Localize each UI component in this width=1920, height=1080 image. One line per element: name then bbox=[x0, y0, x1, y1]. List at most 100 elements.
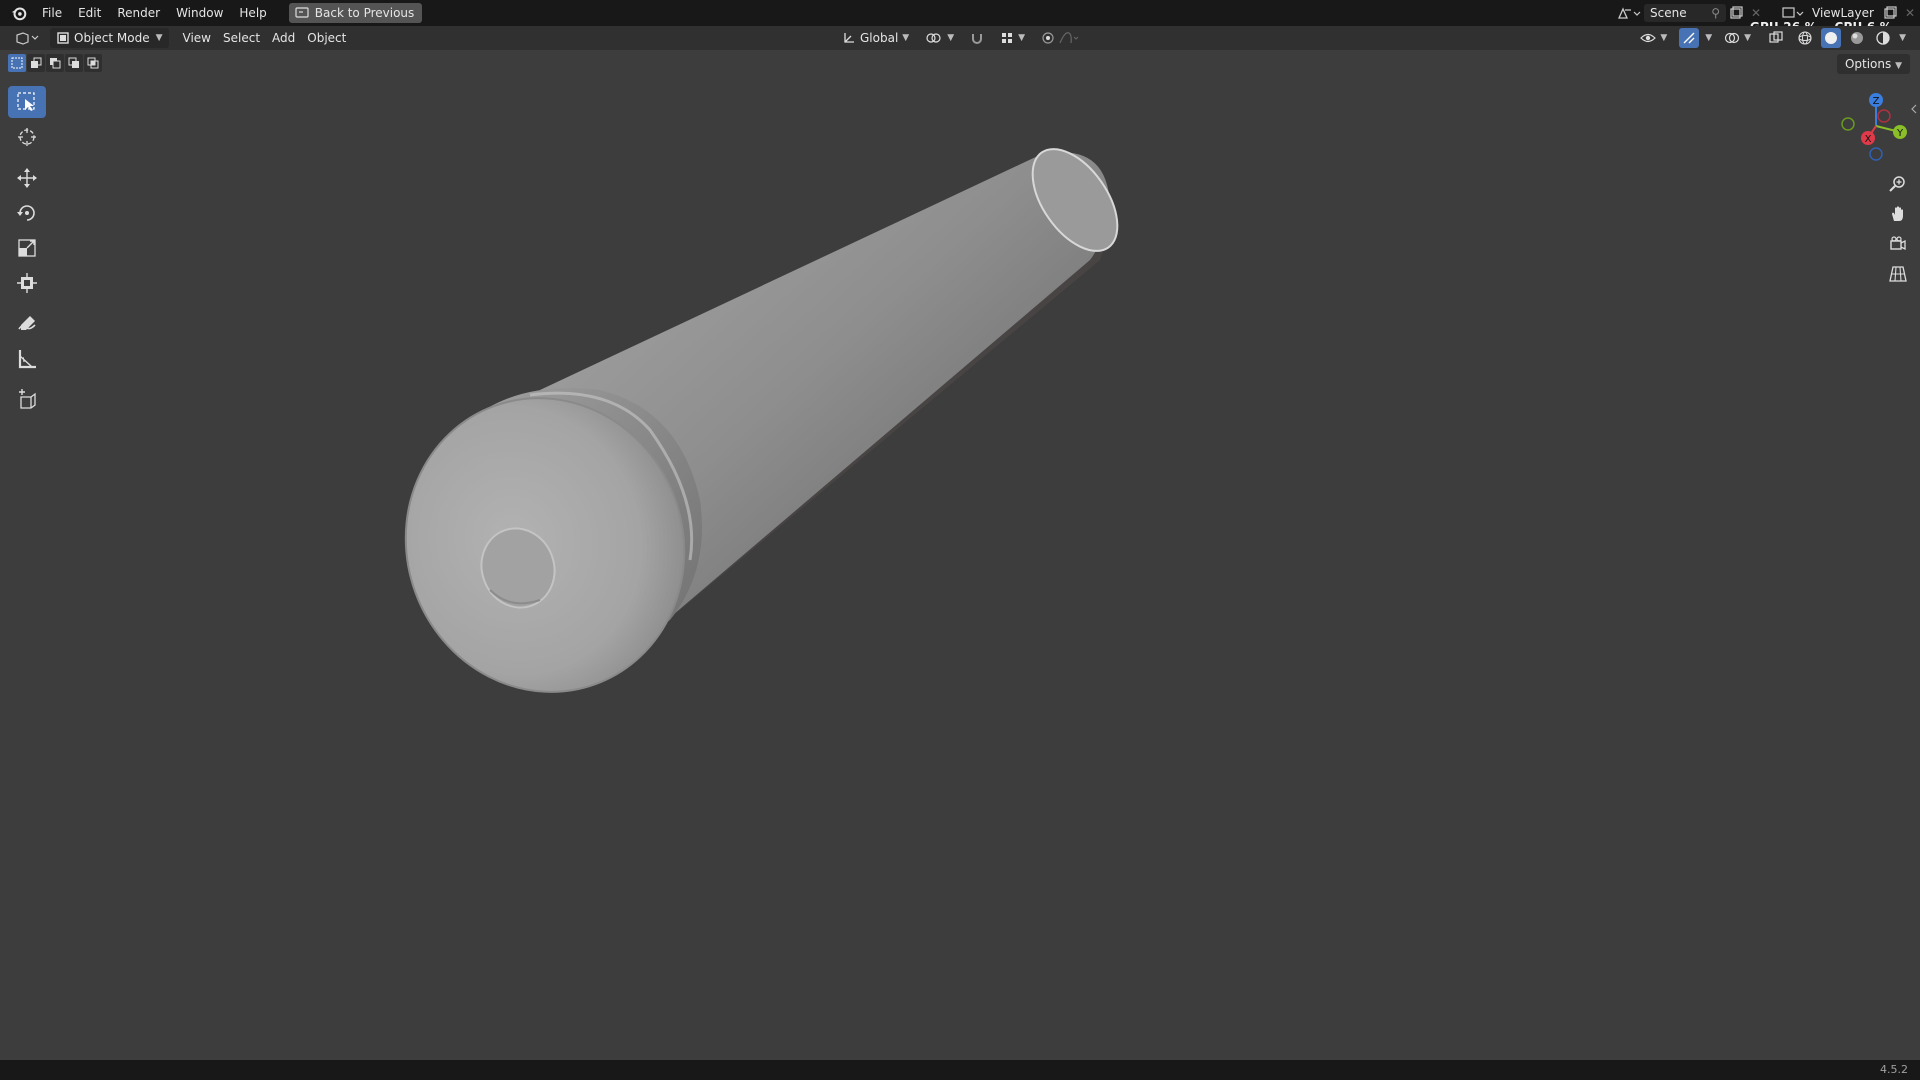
neg-x-axis-handle[interactable] bbox=[1877, 109, 1891, 123]
scene-field[interactable]: Scene ⚲ bbox=[1644, 4, 1726, 22]
menu-file[interactable]: File bbox=[34, 0, 70, 26]
back-to-previous-label: Back to Previous bbox=[314, 6, 415, 20]
select-extend-icon bbox=[31, 57, 42, 68]
chevron-down-icon[interactable]: ▼ bbox=[1705, 33, 1712, 43]
menu-object[interactable]: Object bbox=[301, 28, 352, 48]
xray-toggle[interactable] bbox=[1763, 28, 1789, 48]
top-bar: File Edit Render Window Help Back to Pre… bbox=[0, 0, 1920, 34]
menu-window[interactable]: Window bbox=[168, 0, 231, 26]
tool-transform[interactable] bbox=[8, 267, 46, 299]
options-label: Options bbox=[1844, 57, 1892, 71]
rendered-sphere-icon bbox=[1876, 31, 1890, 45]
sidebar-collapse-arrow-icon[interactable] bbox=[1910, 104, 1918, 114]
proportional-edit-toggle[interactable] bbox=[1035, 28, 1085, 48]
eye-icon bbox=[1640, 33, 1657, 43]
pencil-icon bbox=[18, 316, 36, 330]
tool-shelf bbox=[8, 86, 48, 419]
shading-material[interactable] bbox=[1847, 28, 1867, 48]
transform-controls: Global ▼ ▼ ▼ bbox=[836, 26, 1085, 50]
select-new-icon bbox=[11, 57, 23, 69]
chevron-down-icon: ▼ bbox=[1744, 33, 1752, 43]
snap-target-selector[interactable]: ▼ bbox=[994, 28, 1031, 48]
menu-edit[interactable]: Edit bbox=[70, 0, 109, 26]
orientation-label: Global bbox=[860, 31, 899, 45]
visibility-selector[interactable]: ▼ bbox=[1634, 28, 1673, 48]
delete-view-layer-icon[interactable]: ✕ bbox=[1900, 4, 1920, 22]
hand-icon bbox=[1892, 206, 1903, 221]
grid-perspective-icon bbox=[1889, 266, 1907, 282]
new-scene-icon[interactable] bbox=[1726, 4, 1746, 22]
shading-rendered[interactable] bbox=[1873, 28, 1893, 48]
scene-name: Scene bbox=[1650, 6, 1687, 20]
select-subtract-icon bbox=[50, 58, 61, 69]
editor-type-button[interactable] bbox=[8, 28, 46, 48]
chevron-down-icon: ▼ bbox=[1660, 33, 1668, 43]
menu-render[interactable]: Render bbox=[109, 0, 168, 26]
camera-icon bbox=[1890, 236, 1906, 251]
scale-icon bbox=[18, 239, 36, 257]
select-extend-mode[interactable] bbox=[27, 54, 45, 72]
scene-type-icon[interactable] bbox=[1614, 4, 1644, 22]
cylinder-mesh[interactable] bbox=[0, 50, 1920, 1060]
overlays-toggle[interactable]: ▼ bbox=[1718, 28, 1757, 48]
pivot-point-selector[interactable]: ▼ bbox=[919, 28, 960, 48]
perspective-toggle-button[interactable] bbox=[1886, 262, 1910, 286]
tool-add-cube[interactable] bbox=[8, 384, 46, 416]
neg-z-axis-handle[interactable] bbox=[1869, 147, 1883, 161]
chevron-down-icon[interactable]: ▼ bbox=[1899, 33, 1906, 43]
orientation-selector[interactable]: Global ▼ bbox=[836, 28, 915, 48]
select-subtract-mode[interactable] bbox=[46, 54, 64, 72]
snap-toggle[interactable] bbox=[964, 28, 990, 48]
overlays-icon bbox=[1725, 32, 1740, 44]
blender-logo-icon[interactable] bbox=[10, 4, 28, 22]
z-axis-label: Z bbox=[1873, 96, 1880, 107]
orientation-icon bbox=[844, 33, 854, 43]
menu-help[interactable]: Help bbox=[231, 0, 274, 26]
menu-add[interactable]: Add bbox=[266, 28, 301, 48]
gizmo-toggle[interactable] bbox=[1679, 28, 1700, 48]
cursor-icon bbox=[18, 128, 36, 146]
tool-rotate[interactable] bbox=[8, 197, 46, 229]
menu-view[interactable]: View bbox=[177, 28, 217, 48]
pin-icon[interactable]: ⚲ bbox=[1711, 4, 1720, 22]
pivot-icon bbox=[926, 33, 941, 43]
ruler-icon bbox=[18, 350, 36, 369]
select-box-icon bbox=[17, 92, 35, 111]
select-invert-icon bbox=[68, 57, 79, 68]
pan-button[interactable] bbox=[1886, 202, 1910, 226]
back-to-previous-button[interactable]: Back to Previous bbox=[288, 3, 423, 23]
neg-y-axis-handle[interactable] bbox=[1841, 117, 1855, 131]
zoom-button[interactable] bbox=[1886, 172, 1910, 196]
options-dropdown[interactable]: Options ▼ bbox=[1836, 54, 1910, 74]
tool-annotate[interactable] bbox=[8, 308, 46, 340]
magnifier-icon bbox=[1889, 176, 1905, 192]
tool-measure[interactable] bbox=[8, 343, 46, 375]
select-intersect-mode[interactable] bbox=[84, 54, 102, 72]
shading-solid[interactable] bbox=[1821, 28, 1842, 48]
tool-select-box[interactable] bbox=[8, 86, 46, 118]
select-intersect-icon bbox=[87, 57, 99, 69]
menu-select[interactable]: Select bbox=[217, 28, 266, 48]
xray-icon bbox=[1769, 31, 1783, 43]
tool-cursor[interactable] bbox=[8, 121, 46, 153]
select-invert-mode[interactable] bbox=[65, 54, 83, 72]
transform-icon bbox=[17, 273, 37, 293]
camera-view-button[interactable] bbox=[1886, 232, 1910, 256]
tool-scale[interactable] bbox=[8, 232, 46, 264]
editor-type-icon bbox=[16, 32, 39, 45]
solid-sphere-icon bbox=[1825, 32, 1838, 44]
snap-grid-icon bbox=[1002, 33, 1013, 43]
navigation-gizmo[interactable]: Z Y X bbox=[1840, 88, 1910, 168]
mode-selector[interactable]: Object Mode ▼ bbox=[50, 28, 169, 48]
magnet-icon bbox=[972, 34, 983, 44]
tool-move[interactable] bbox=[8, 162, 46, 194]
status-bar: 4.5.2 bbox=[0, 1060, 1920, 1080]
falloff-icon[interactable] bbox=[1059, 31, 1079, 45]
select-new-mode[interactable] bbox=[8, 54, 26, 72]
3d-viewport[interactable] bbox=[0, 50, 1920, 1060]
move-icon bbox=[17, 168, 37, 188]
add-cube-icon bbox=[19, 389, 36, 409]
shading-wireframe[interactable] bbox=[1795, 28, 1815, 48]
x-axis-label: X bbox=[1865, 134, 1872, 145]
selection-mode-group bbox=[8, 54, 102, 72]
